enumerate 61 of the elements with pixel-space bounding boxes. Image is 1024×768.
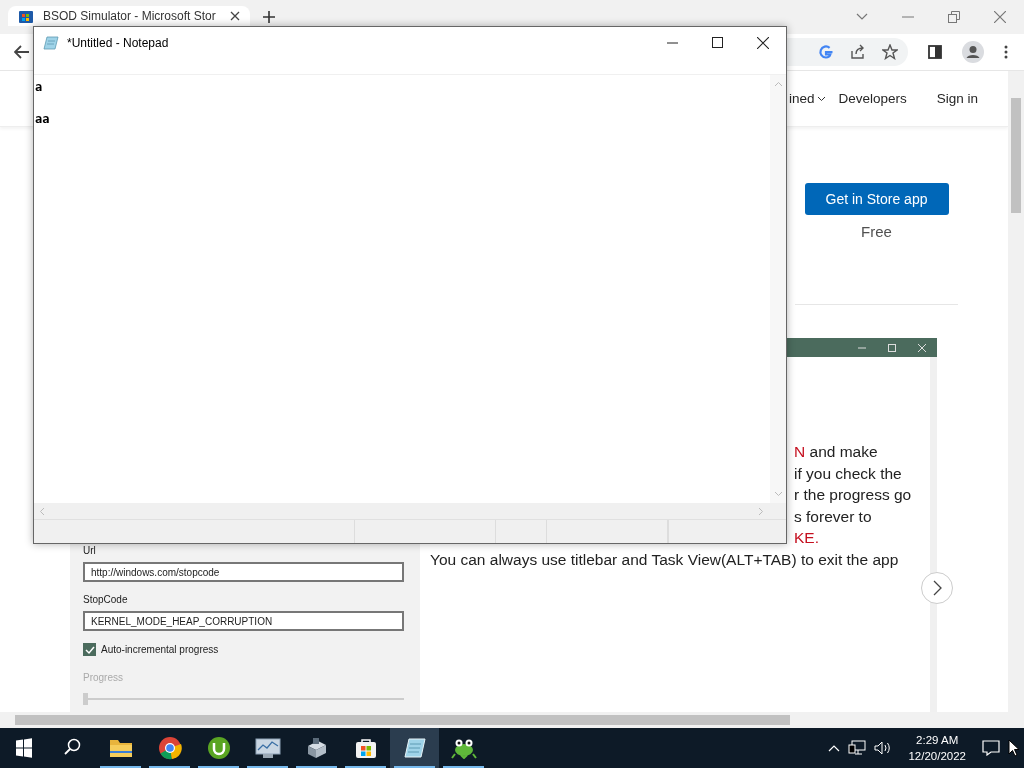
nav-link[interactable]: Sign in xyxy=(936,91,978,106)
side-panel-icon[interactable] xyxy=(928,45,942,59)
back-arrow-icon[interactable] xyxy=(14,45,30,59)
maximize-icon[interactable] xyxy=(712,37,723,48)
text-editor[interactable]: a aa xyxy=(34,75,770,503)
browser-tab[interactable]: BSOD Simulator - Microsoft Stor xyxy=(8,6,250,26)
taskbar-button[interactable] xyxy=(390,728,439,768)
close-icon xyxy=(918,343,926,352)
bag-icon xyxy=(353,736,378,760)
speaker-icon[interactable] xyxy=(874,740,893,756)
monitor-icon xyxy=(254,737,281,759)
notepad-icon xyxy=(402,736,427,760)
round-app-icon xyxy=(206,736,231,760)
bag-icon xyxy=(18,8,34,24)
field-label: StopCode xyxy=(83,594,129,605)
chevron-icon xyxy=(817,95,827,102)
cursor-icon xyxy=(1008,739,1020,757)
description-text: You can always use titlebar and Task View(ALT+TAB) to exit the app xyxy=(430,549,899,570)
address-bar[interactable] xyxy=(784,38,908,66)
folder-icon xyxy=(108,737,133,759)
clock[interactable]: 2:29 AM 12/20/2022 xyxy=(908,732,966,764)
star-icon[interactable] xyxy=(882,44,898,60)
close-icon[interactable] xyxy=(230,11,240,21)
description-text: N and make xyxy=(794,442,878,462)
frog-icon xyxy=(450,737,477,759)
description-text: if you check the xyxy=(794,463,902,484)
scrollbar-thumb[interactable] xyxy=(15,715,790,725)
price-label: Free xyxy=(861,223,892,240)
description-text: s forever to xyxy=(794,506,872,527)
network-icon[interactable] xyxy=(848,740,867,756)
get-app-button[interactable]: Get in Store app xyxy=(804,183,949,215)
input-field[interactable]: KERNEL_MODE_HEAP_CORRUPTION xyxy=(83,611,404,631)
chevron-up-icon[interactable] xyxy=(828,744,841,752)
restore-icon xyxy=(888,343,896,352)
slider-label: Progress xyxy=(83,672,124,683)
share-icon[interactable] xyxy=(850,44,866,60)
scrollbar[interactable] xyxy=(930,357,937,712)
window-title: *Untitled - Notepad xyxy=(67,35,169,50)
new-tab-icon[interactable] xyxy=(262,10,276,24)
clock-date: 12/20/2022 xyxy=(908,749,966,764)
avatar-icon[interactable] xyxy=(962,41,984,63)
notepad-icon xyxy=(43,34,59,51)
field-label: Url xyxy=(83,545,97,556)
checkbox-label: Auto-incremental progress xyxy=(101,644,219,655)
description-text: KE. xyxy=(794,528,819,548)
input-field[interactable]: http://windows.com/stopcode xyxy=(83,562,404,582)
description-text: r the progress go xyxy=(794,485,912,505)
notification-icon[interactable] xyxy=(982,740,1000,756)
nav-link[interactable]: Developers xyxy=(838,91,907,106)
minimize-icon[interactable] xyxy=(667,41,678,44)
google-icon[interactable] xyxy=(818,44,834,60)
restore-icon[interactable] xyxy=(948,11,960,23)
minimize-icon xyxy=(858,346,866,349)
close-icon[interactable] xyxy=(757,36,769,49)
round-logo-icon xyxy=(157,736,182,760)
menu-icon[interactable] xyxy=(1004,45,1008,59)
scrollbar-thumb[interactable] xyxy=(1011,98,1021,213)
clock-time: 2:29 AM xyxy=(916,733,959,748)
chevron-icon[interactable] xyxy=(856,13,868,21)
nav-link[interactable]: ined xyxy=(788,91,827,106)
checkbox[interactable] xyxy=(83,643,96,656)
